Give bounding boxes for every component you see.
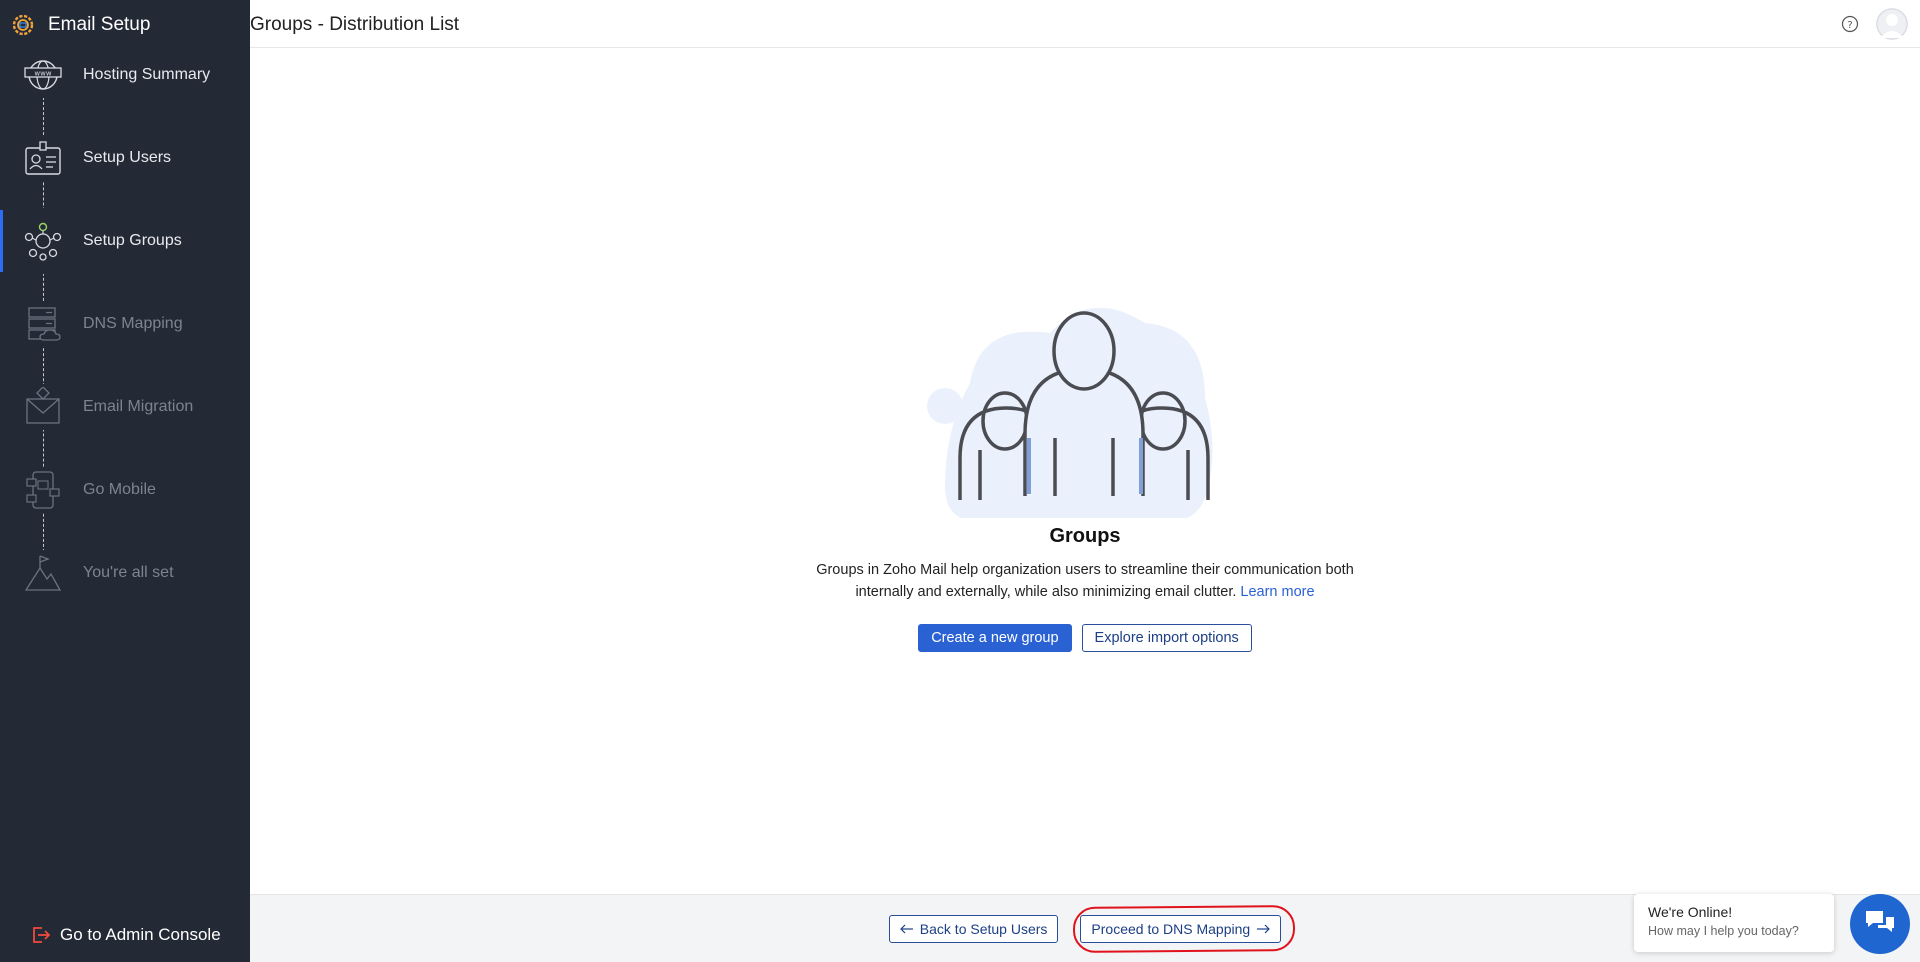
empty-state-actions: Create a new group Explore import option…	[250, 624, 1920, 652]
step-setup-users[interactable]: Setup Users	[0, 125, 250, 191]
admin-link-label: Go to Admin Console	[60, 925, 221, 944]
app-title: Email Setup	[48, 14, 151, 35]
brand: Email Setup	[10, 10, 150, 40]
avatar[interactable]	[1876, 8, 1908, 40]
step-label: Setup Groups	[83, 232, 182, 249]
go-to-admin-console-link[interactable]: Go to Admin Console	[30, 924, 221, 946]
step-label: Go Mobile	[83, 481, 156, 498]
chat-prompt[interactable]: We're Online! How may I help you today?	[1634, 894, 1834, 952]
step-label: You're all set	[83, 564, 174, 581]
chat-subtitle: How may I help you today?	[1648, 924, 1799, 938]
step-label: Hosting Summary	[83, 66, 211, 83]
proceed-button-label: Proceed to DNS Mapping	[1091, 921, 1251, 937]
svg-text:www: www	[34, 70, 51, 78]
mobile-apps-icon	[20, 467, 66, 513]
step-all-set[interactable]: You're all set	[0, 540, 250, 606]
group-network-icon	[20, 218, 66, 264]
create-group-button[interactable]: Create a new group	[918, 624, 1072, 652]
svg-text:?: ?	[1847, 20, 1852, 31]
chat-title: We're Online!	[1648, 904, 1733, 920]
back-button[interactable]: Back to Setup Users	[888, 915, 1059, 943]
arrow-left-icon	[899, 921, 914, 937]
arrow-right-icon	[1256, 921, 1271, 937]
chat-launcher-button[interactable]	[1850, 894, 1910, 954]
step-setup-groups[interactable]: Setup Groups	[0, 208, 250, 274]
step-label: Setup Users	[83, 149, 172, 166]
empty-state-description: Groups in Zoho Mail help organization us…	[805, 559, 1365, 603]
groups-empty-state: Groups Groups in Zoho Mail help organiza…	[250, 48, 1920, 894]
empty-state-title: Groups	[1049, 525, 1121, 547]
step-dns-mapping[interactable]: DNS Mapping	[0, 291, 250, 357]
gear-mail-logo-icon	[10, 12, 36, 38]
exit-icon	[30, 924, 52, 946]
step-go-mobile[interactable]: Go Mobile	[0, 457, 250, 523]
mountain-flag-icon	[20, 550, 66, 596]
globe-www-icon: www	[20, 52, 66, 98]
group-people-illustration	[915, 288, 1245, 523]
step-label: DNS Mapping	[83, 315, 183, 332]
explore-import-button[interactable]: Explore import options	[1081, 624, 1252, 652]
step-hosting-summary[interactable]: www Hosting Summary	[0, 42, 250, 108]
learn-more-link[interactable]: Learn more	[1240, 584, 1314, 600]
top-header: Groups - Distribution List ?	[250, 0, 1920, 48]
id-card-icon	[20, 135, 66, 181]
help-icon[interactable]: ?	[1840, 14, 1860, 34]
step-label: Email Migration	[83, 398, 194, 415]
proceed-button[interactable]: Proceed to DNS Mapping	[1080, 915, 1282, 943]
server-cloud-icon	[20, 301, 66, 347]
page-title: Groups - Distribution List	[250, 14, 460, 35]
sidebar: Email Setup www Hosting Summary Setup Us…	[0, 0, 250, 962]
step-email-migration[interactable]: Email Migration	[0, 374, 250, 440]
envelope-download-icon	[20, 384, 66, 430]
chat-bubbles-icon	[1864, 908, 1896, 941]
back-button-label: Back to Setup Users	[919, 921, 1048, 937]
